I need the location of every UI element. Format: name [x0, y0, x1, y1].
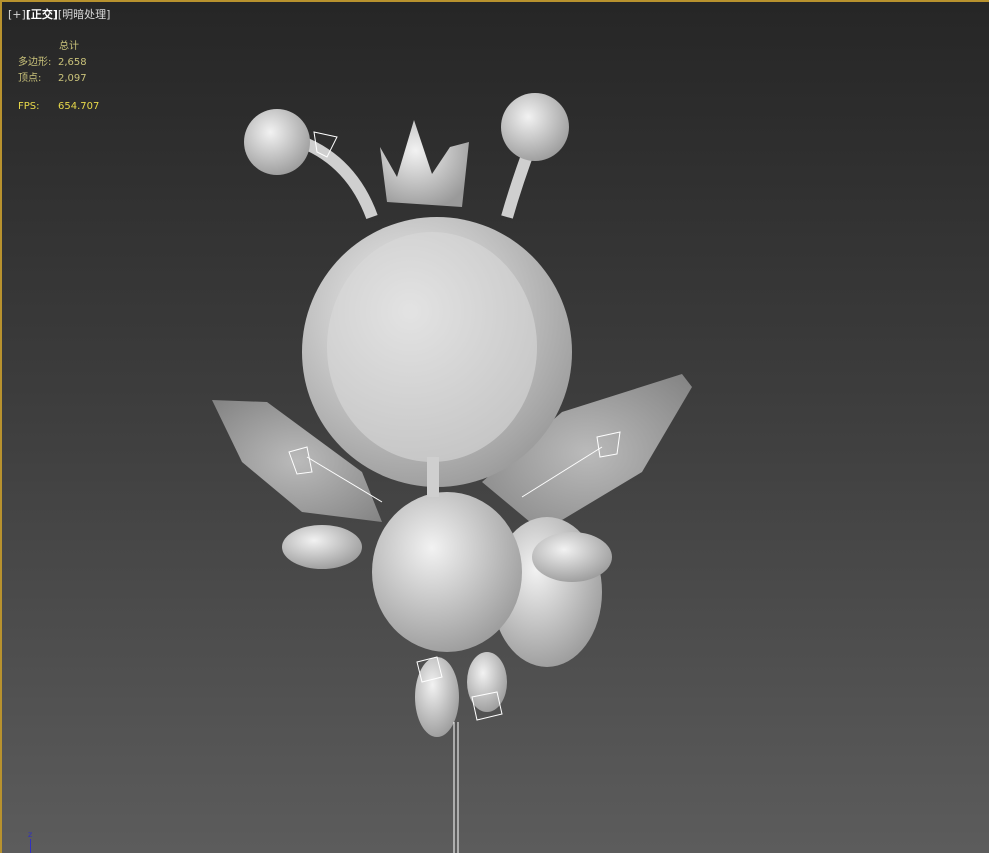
neck — [427, 457, 439, 497]
axis-z-label: z — [28, 830, 33, 839]
axis-z-line — [30, 839, 31, 853]
antenna-ball-right — [501, 93, 569, 161]
antenna-ball-left — [244, 109, 310, 175]
crown — [380, 120, 469, 207]
axis-gizmo: z — [28, 830, 32, 853]
arm-right — [532, 532, 612, 582]
viewport-orthographic[interactable]: [+][正交][明暗处理] 总计 多边形: 2,658 顶点: 2,097 FPS:… — [0, 0, 989, 855]
body — [372, 492, 522, 652]
face — [327, 232, 537, 462]
leg-left — [415, 657, 459, 737]
bee-character-model[interactable] — [2, 2, 989, 855]
arm-left — [282, 525, 362, 569]
antenna-left — [299, 136, 378, 220]
